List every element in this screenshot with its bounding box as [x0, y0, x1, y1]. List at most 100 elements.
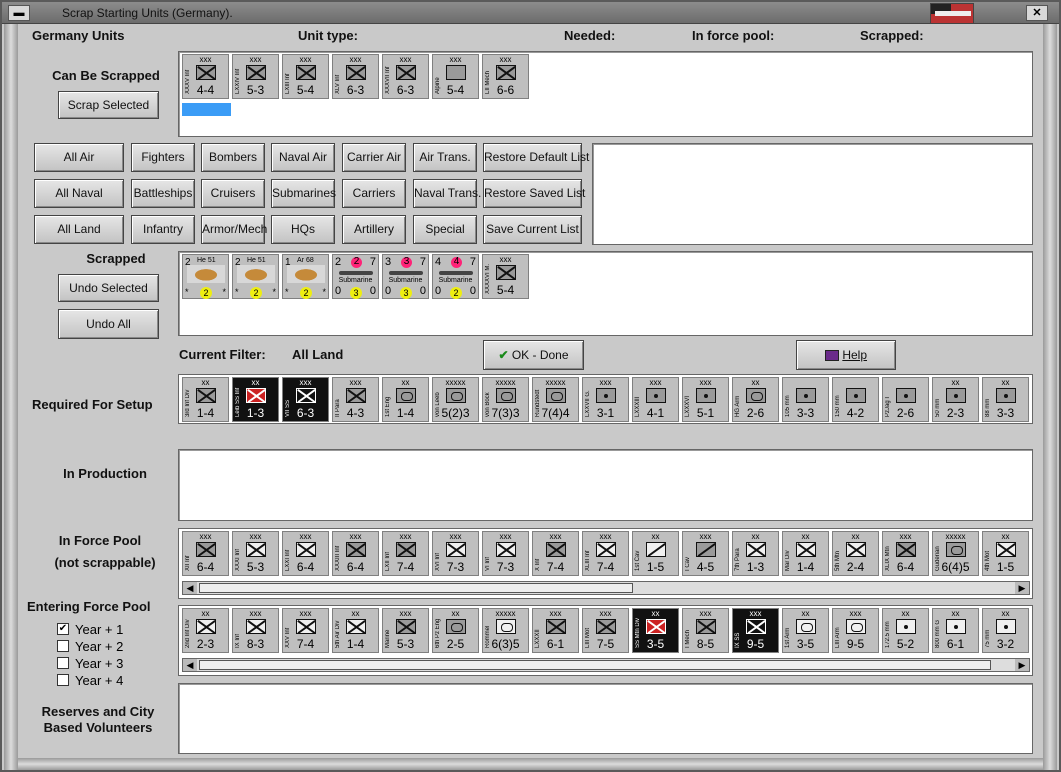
unit-counter[interactable]: xx1st Arm Div3-5	[782, 608, 829, 653]
unit-counter[interactable]: xxxLXXXVI Ga.5-1	[682, 377, 729, 422]
unit-counter[interactable]: xxx VI Inf 7-3	[482, 531, 529, 576]
filter-button[interactable]: Armor/Mech	[201, 215, 267, 244]
unit-counter[interactable]: xx SS Mtn Div 3-5	[632, 608, 679, 653]
filter-button[interactable]: Carrier Air	[342, 143, 406, 172]
filter-button[interactable]: Naval Trans.	[413, 179, 481, 208]
unit-counter[interactable]: xxx LXXI Inf 6-4	[282, 531, 329, 576]
filter-button[interactable]: Save Current List	[483, 215, 582, 244]
submarine-counter[interactable]: 2 2 7 Submarine 0 3 0	[332, 254, 379, 299]
reserves-panel[interactable]	[178, 683, 1033, 754]
unit-counter[interactable]: xxxxx von Bock 7(3)3	[482, 377, 529, 422]
unit-counter[interactable]: xxx XXXVII Inf 6-3	[382, 54, 429, 99]
year-checkbox[interactable]	[57, 674, 69, 686]
unit-counter[interactable]: xxx LXII Inf 7-4	[382, 531, 429, 576]
unit-counter[interactable]: xx 50 mm 2-3	[932, 377, 979, 422]
unit-counter[interactable]: xxxIX SS Mech9-5	[732, 608, 779, 653]
filter-button[interactable]: HQs	[271, 215, 335, 244]
unit-counter[interactable]: xxx I Cav 4-5	[682, 531, 729, 576]
unit-counter[interactable]: xxx XII Inf 6-4	[182, 531, 229, 576]
unit-counter[interactable]: xx Mar Div 1-4	[782, 531, 829, 576]
unit-counter[interactable]: xxxxx Guderian 6(4)5	[932, 531, 979, 576]
unit-counter[interactable]: xx7th Para Div1-3	[732, 531, 779, 576]
filter-button[interactable]: All Naval	[34, 179, 124, 208]
unit-counter[interactable]: xxx XLIX Mtn 6-4	[882, 531, 929, 576]
year-checkbox[interactable]: ✔	[57, 623, 69, 635]
unit-counter[interactable]: PzJag I 2-6	[882, 377, 929, 422]
undo-selected-button[interactable]: Undo Selected	[58, 274, 159, 302]
unit-counter[interactable]: xxx Alpine 5-4	[432, 54, 479, 99]
unit-counter[interactable]: xx5th Mtn Div2-4	[832, 531, 879, 576]
required-for-setup-strip[interactable]: xx 3rd Inf Div 1-4 xx Leib SS Inf 1-3 xxx VII S…	[178, 374, 1033, 424]
unit-counter[interactable]: xxx XXXXVI M. 5-4	[482, 254, 529, 299]
unit-counter[interactable]: xxxLXXXIII Ga.4-1	[632, 377, 679, 422]
unit-counter[interactable]: xx1st Cav Div1-5	[632, 531, 679, 576]
scroll-right-icon[interactable]: ▶	[1015, 582, 1029, 594]
unit-counter[interactable]: xxx LXXVII G. 3-1	[582, 377, 629, 422]
entering-force-pool-strip[interactable]: xx 2nd Inf Div 2-3 xxx IX Inf 8-3 xxx XXV Inf 7-…	[178, 605, 1033, 676]
submarine-counter[interactable]: 3 3 7 Submarine 0 3 0	[382, 254, 429, 299]
filter-button[interactable]: Infantry	[131, 215, 195, 244]
filter-button[interactable]: All Land	[34, 215, 124, 244]
unit-counter[interactable]: xx Leib SS Inf 1-3	[232, 377, 279, 422]
unit-counter[interactable]: xx4th Mot Div1-5	[982, 531, 1029, 576]
filter-button[interactable]: Bombers	[201, 143, 265, 172]
unit-counter[interactable]: xx 88 mm 3-3	[982, 377, 1029, 422]
unit-counter[interactable]: xxx IX Inf 8-3	[232, 608, 279, 653]
unit-counter[interactable]: xxx II Para 4-3	[332, 377, 379, 422]
filter-button[interactable]: Submarines	[271, 179, 336, 208]
unit-counter[interactable]: xxx LXIII Inf 5-4	[282, 54, 329, 99]
unit-counter[interactable]: xx 172.5 mm 5-2	[882, 608, 929, 653]
unit-counter[interactable]: xxx XLIII Inf 7-4	[582, 531, 629, 576]
unit-counter[interactable]: xxxxx von Leeb 5(2)3	[432, 377, 479, 422]
filter-button[interactable]: Artillery	[342, 215, 406, 244]
scroll-right-icon[interactable]: ▶	[1015, 659, 1029, 671]
unit-counter[interactable]: xxx I Mech 8-5	[682, 608, 729, 653]
unit-counter[interactable]: xxx XXV Inf 7-4	[282, 608, 329, 653]
unit-counter[interactable]: xxx LII Mech 6-6	[482, 54, 529, 99]
unit-counter[interactable]: xxx XXXIII Inf 6-4	[332, 531, 379, 576]
filter-button[interactable]: Special	[413, 215, 477, 244]
in-production-panel[interactable]	[178, 449, 1033, 521]
unit-counter[interactable]: xx 3rd Inf Div 1-4	[182, 377, 229, 422]
filter-button[interactable]: Naval Air	[271, 143, 335, 172]
unit-counter[interactable]: xx 75 mm 3-2	[982, 608, 1029, 653]
unit-counter[interactable]: xx 1st Eng 1-4	[382, 377, 429, 422]
year-checkbox[interactable]	[57, 640, 69, 652]
unit-counter[interactable]: xxx XXXV Inf 4-4	[182, 54, 229, 99]
filter-button[interactable]: Cruisers	[201, 179, 265, 208]
unit-counter[interactable]: xxx XLV Inf 6-3	[332, 54, 379, 99]
force-pool-scrollbar[interactable]: ◀ ▶	[182, 581, 1030, 595]
scrollbar-thumb[interactable]	[199, 660, 991, 670]
air-unit-counter[interactable]: 1 Ar 68 * 2 *	[282, 254, 329, 299]
unit-counter[interactable]: xx 2nd Inf Div 2-3	[182, 608, 229, 653]
unit-counter[interactable]: xxx LIII Arm 9-5	[832, 608, 879, 653]
entering-scrollbar[interactable]: ◀ ▶	[182, 658, 1030, 672]
unit-counter[interactable]: 150 mm 4-2	[832, 377, 879, 422]
can-be-scrapped-panel[interactable]: xxx XXXV Inf 4-4 xxx LXXIV Inf 5-3 xxx LXIII In…	[178, 51, 1033, 137]
unit-counter[interactable]: xxx LIII Mot 7-5	[582, 608, 629, 653]
scrap-selected-button[interactable]: Scrap Selected	[58, 91, 159, 119]
unit-counter[interactable]: xx 5th Air Div 1-4	[332, 608, 379, 653]
filter-button[interactable]: All Air	[34, 143, 124, 172]
unit-counter[interactable]: xxx Marine 5-3	[382, 608, 429, 653]
unit-counter[interactable]: 105 mm 3-3	[782, 377, 829, 422]
unit-counter[interactable]: xxxxx Rommel 6(3)5	[482, 608, 529, 653]
unit-counter[interactable]: xxx XVI Inf 7-3	[432, 531, 479, 576]
unit-counter[interactable]: xx 6th Pz Eng 2-5	[432, 608, 479, 653]
year-checkbox[interactable]	[57, 657, 69, 669]
filter-button[interactable]: Restore Default List	[483, 143, 589, 172]
unit-counter[interactable]: xxx X Inf 7-4	[532, 531, 579, 576]
unit-counter[interactable]: xxxLXXXII Garr6-1	[532, 608, 579, 653]
filter-button[interactable]: Battleships	[131, 179, 195, 208]
filter-button[interactable]: Air Trans.	[413, 143, 477, 172]
undo-all-button[interactable]: Undo All	[58, 309, 159, 339]
help-button[interactable]: Help	[796, 340, 896, 370]
submarine-counter[interactable]: 4 4 7 Submarine 0 2 0	[432, 254, 479, 299]
scroll-left-icon[interactable]: ◀	[183, 582, 197, 594]
unit-counter[interactable]: xxHG Arm Div2-6	[732, 377, 779, 422]
scrollbar-thumb[interactable]	[199, 583, 633, 593]
close-button[interactable]: ✕	[1026, 5, 1048, 21]
unit-counter[interactable]: xxx XXXI Inf 5-3	[232, 531, 279, 576]
air-unit-counter[interactable]: 2 He 51 * 2 *	[232, 254, 279, 299]
filter-button[interactable]: Carriers	[342, 179, 406, 208]
